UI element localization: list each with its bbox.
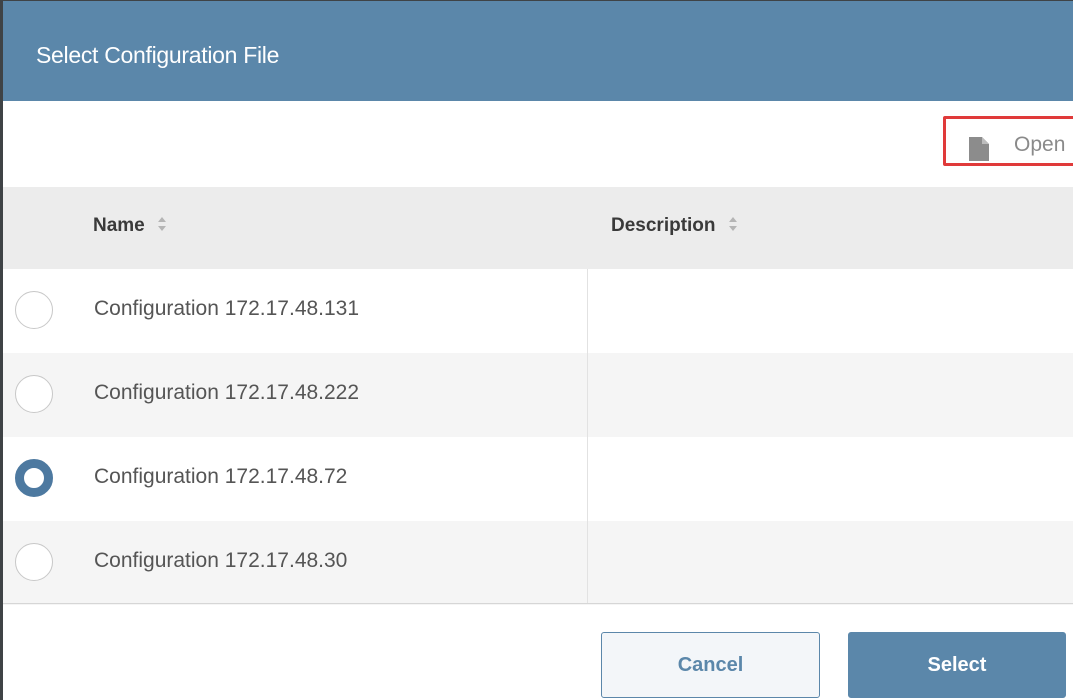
select-button[interactable]: Select (848, 632, 1066, 698)
column-header-description[interactable]: Description (611, 215, 738, 237)
dialog-footer: Cancel Select (3, 604, 1073, 700)
sort-icon (157, 216, 166, 231)
column-header-description-label: Description (611, 215, 716, 236)
row-name-cell: Configuration 172.17.48.72 (94, 465, 348, 488)
column-header-name-label: Name (93, 215, 145, 236)
table-row[interactable]: Configuration 172.17.48.222 (3, 353, 1073, 437)
column-divider (587, 269, 588, 603)
table-row[interactable]: Configuration 172.17.48.30 (3, 521, 1073, 605)
table-row[interactable]: Configuration 172.17.48.72 (3, 437, 1073, 521)
grid-header: Name Description (3, 187, 1073, 269)
dialog-titlebar: Select Configuration File (3, 1, 1073, 101)
cancel-button[interactable]: Cancel (601, 632, 820, 698)
column-header-name[interactable]: Name (93, 215, 167, 237)
row-radio[interactable] (15, 291, 53, 329)
table-row[interactable]: Configuration 172.17.48.131 (3, 269, 1073, 353)
open-button[interactable]: Open (943, 116, 1073, 166)
row-name-cell: Configuration 172.17.48.30 (94, 549, 348, 572)
row-radio[interactable] (15, 459, 53, 497)
dialog-title: Select Configuration File (36, 42, 280, 68)
dialog-toolbar: Open (3, 101, 1073, 187)
row-name-cell: Configuration 172.17.48.131 (94, 297, 360, 320)
row-radio[interactable] (15, 543, 53, 581)
row-radio[interactable] (15, 375, 53, 413)
sort-icon (728, 216, 737, 231)
open-button-label: Open (1014, 133, 1066, 156)
file-icon (969, 137, 989, 161)
row-name-cell: Configuration 172.17.48.222 (94, 381, 360, 404)
select-configuration-dialog: Select Configuration File Open Name Desc… (0, 0, 1073, 700)
configuration-grid: Name Description Configuration 172.17.48… (3, 187, 1073, 605)
